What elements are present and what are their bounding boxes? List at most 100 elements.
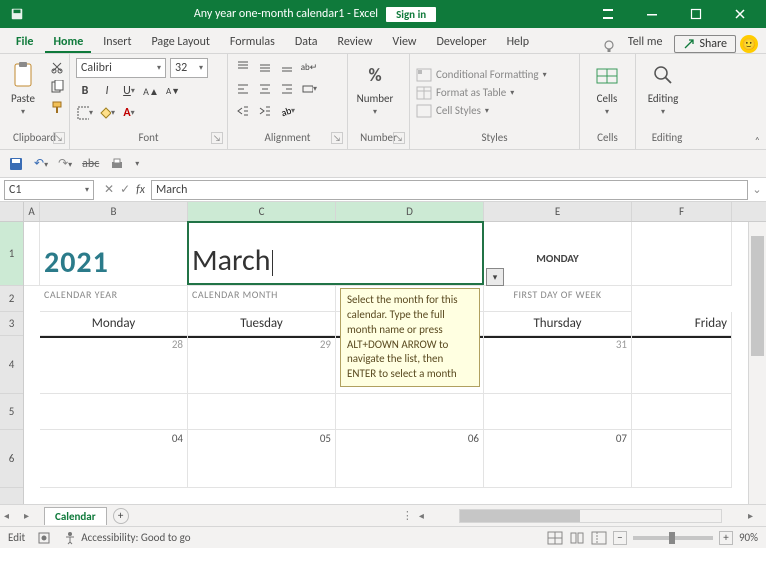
view-page-layout-button[interactable]: [569, 531, 585, 545]
view-normal-button[interactable]: [547, 531, 563, 545]
col-d[interactable]: D: [336, 202, 484, 221]
qat-customize-button[interactable]: ▾: [135, 159, 139, 169]
close-button[interactable]: [718, 0, 762, 28]
italic-button[interactable]: I: [98, 82, 116, 100]
zoom-slider[interactable]: [633, 536, 713, 540]
new-sheet-button[interactable]: +: [113, 508, 129, 524]
day-friday[interactable]: Friday: [632, 312, 732, 336]
bold-button[interactable]: B: [76, 82, 94, 100]
collapse-ribbon-button[interactable]: ˄: [755, 134, 760, 147]
horizontal-scrollbar[interactable]: [459, 509, 722, 523]
year-cell[interactable]: 2021: [40, 222, 188, 286]
number-launcher[interactable]: ↘: [393, 132, 405, 144]
tab-scroll-left[interactable]: ◂: [4, 509, 18, 522]
decrease-indent-button[interactable]: [234, 102, 252, 120]
col-c[interactable]: C: [188, 202, 336, 221]
cut-button[interactable]: [48, 58, 66, 76]
cancel-edit-button[interactable]: ✕: [104, 182, 114, 197]
increase-font-button[interactable]: A▲: [142, 82, 160, 100]
row-1[interactable]: 1: [0, 222, 23, 286]
decrease-font-button[interactable]: A▼: [164, 82, 182, 100]
cal-cell-r6-e[interactable]: 07: [484, 430, 632, 488]
row-6[interactable]: 6: [0, 430, 23, 488]
quick-print-button[interactable]: [109, 156, 125, 172]
font-color-button[interactable]: A▾: [120, 104, 138, 122]
font-name-select[interactable]: Calibri▾: [76, 58, 166, 78]
expand-formula-bar-button[interactable]: ⌄: [748, 183, 766, 196]
orientation-button[interactable]: ab▾: [278, 102, 296, 120]
align-left-button[interactable]: [234, 80, 252, 98]
minimize-button[interactable]: [630, 0, 674, 28]
paste-button[interactable]: Paste ▾: [6, 58, 40, 119]
zoom-slider-knob[interactable]: [669, 532, 675, 544]
tab-file[interactable]: File: [8, 31, 41, 53]
cal-cell-r4-e[interactable]: 31: [484, 336, 632, 394]
conditional-formatting-button[interactable]: Conditional Formatting▾: [416, 68, 547, 82]
zoom-in-button[interactable]: +: [719, 531, 733, 545]
tab-page-layout[interactable]: Page Layout: [143, 31, 217, 53]
sign-in-button[interactable]: Sign in: [386, 7, 436, 22]
underline-button[interactable]: U▾: [120, 82, 138, 100]
tab-insert[interactable]: Insert: [95, 31, 139, 53]
ribbon-options-button[interactable]: [586, 0, 630, 28]
row-5[interactable]: 5: [0, 394, 23, 430]
macro-record-icon[interactable]: [37, 531, 51, 545]
row-2[interactable]: 2: [0, 286, 23, 312]
undo-button[interactable]: ↶▾: [34, 156, 48, 171]
name-box[interactable]: C1▾: [4, 180, 94, 200]
cal-cell-r4-b[interactable]: 28: [40, 336, 188, 394]
cal-cell-r6-c[interactable]: 05: [188, 430, 336, 488]
cal-cell-r6-b[interactable]: 04: [40, 430, 188, 488]
borders-button[interactable]: ▾: [76, 104, 94, 122]
view-page-break-button[interactable]: [591, 531, 607, 545]
format-as-table-button[interactable]: Format as Table▾: [416, 86, 514, 100]
tab-review[interactable]: Review: [330, 31, 381, 53]
clipboard-launcher[interactable]: ↘: [53, 132, 65, 144]
data-validation-dropdown-button[interactable]: ▾: [486, 268, 504, 286]
col-e[interactable]: E: [484, 202, 632, 221]
col-b[interactable]: B: [40, 202, 188, 221]
redo-button[interactable]: ↷▾: [58, 156, 72, 171]
cal-cell-r6-d[interactable]: 06: [336, 430, 484, 488]
share-button[interactable]: Share: [674, 35, 736, 53]
font-launcher[interactable]: ↘: [211, 132, 223, 144]
vertical-scrollbar[interactable]: [748, 222, 766, 504]
accessibility-status[interactable]: Accessibility: Good to go: [63, 531, 190, 545]
feedback-smiley-icon[interactable]: 🙂: [740, 35, 758, 53]
fx-icon[interactable]: fx: [136, 183, 145, 197]
hscroll-thumb[interactable]: [460, 510, 580, 522]
tab-data[interactable]: Data: [287, 31, 326, 53]
zoom-level[interactable]: 90%: [739, 531, 758, 544]
worksheet-grid[interactable]: A B C D E F 1 2 3 4 5 6 2021 March MONDA…: [0, 202, 766, 504]
alignment-launcher[interactable]: ↘: [331, 132, 343, 144]
save-button[interactable]: [8, 156, 24, 172]
row-3[interactable]: 3: [0, 312, 23, 336]
tab-home[interactable]: Home: [45, 31, 91, 53]
strikethrough-button[interactable]: abc: [82, 157, 99, 171]
sheet-tab-calendar[interactable]: Calendar: [44, 507, 107, 525]
cal-cell-r4-c[interactable]: 29: [188, 336, 336, 394]
maximize-button[interactable]: [674, 0, 718, 28]
tab-formulas[interactable]: Formulas: [222, 31, 283, 53]
col-a[interactable]: A: [24, 202, 40, 221]
firstday-cell[interactable]: MONDAY: [484, 222, 632, 286]
wrap-text-button[interactable]: ab↵: [300, 58, 318, 76]
format-painter-button[interactable]: [48, 98, 66, 116]
align-bottom-button[interactable]: [278, 58, 296, 76]
cells-button[interactable]: Cells ▾: [586, 58, 628, 119]
day-monday[interactable]: Monday: [40, 312, 188, 336]
tab-developer[interactable]: Developer: [428, 31, 494, 53]
zoom-out-button[interactable]: −: [613, 531, 627, 545]
increase-indent-button[interactable]: [256, 102, 274, 120]
align-center-button[interactable]: [256, 80, 274, 98]
hscroll-left[interactable]: ◂: [419, 509, 433, 522]
vscroll-thumb[interactable]: [751, 236, 764, 356]
tab-help[interactable]: Help: [499, 31, 538, 53]
editing-button[interactable]: Editing ▾: [642, 58, 684, 119]
align-top-button[interactable]: [234, 58, 252, 76]
confirm-edit-button[interactable]: ✓: [120, 182, 130, 197]
fill-color-button[interactable]: ▾: [98, 104, 116, 122]
col-f[interactable]: F: [632, 202, 732, 221]
tell-me-search[interactable]: Tell me: [620, 31, 671, 53]
hscroll-right[interactable]: ▸: [748, 509, 762, 522]
